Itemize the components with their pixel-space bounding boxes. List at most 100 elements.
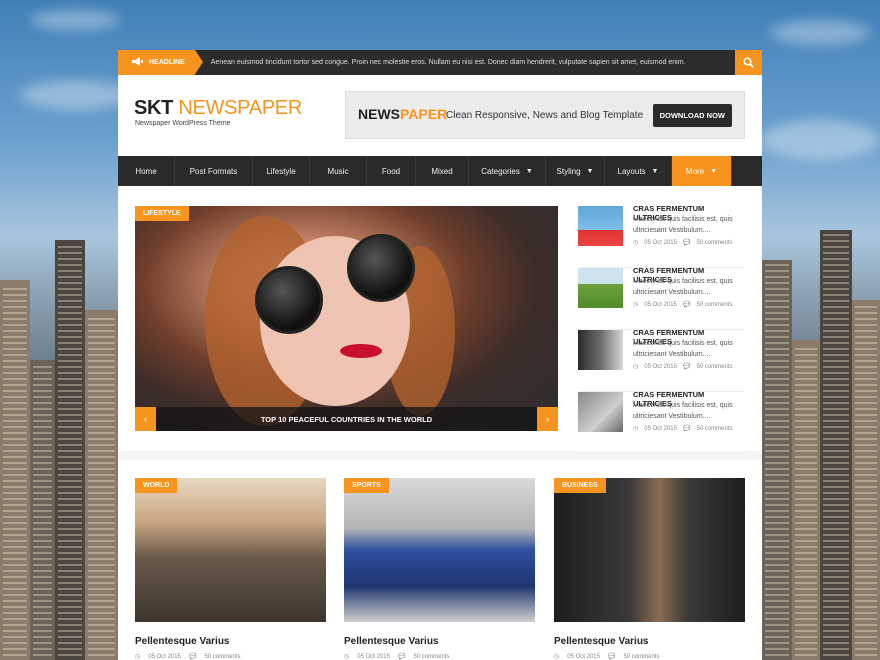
image-lips [340, 344, 382, 358]
side-post-list: CRAS FERMENTUM ULTRICIES Maecenas quis f… [578, 204, 744, 454]
nav-label: Lifestyle [266, 166, 296, 176]
nav-mixed[interactable]: Mixed [416, 156, 469, 186]
chevron-down-icon: ▼ [586, 167, 594, 175]
post-card[interactable]: BUSINESS Pellentesque Varius ◷ 05 Oct 201… [554, 478, 745, 660]
post-excerpt: Maecenas quis facilisis est, quis ultric… [633, 402, 733, 420]
nav-label: Music [327, 166, 349, 176]
site-header: SKT NEWSPAPER Newspaper WordPress Theme … [118, 75, 762, 156]
card-image[interactable]: SPORTS [344, 478, 535, 622]
nav-post-formats[interactable]: Post Formats [175, 156, 253, 186]
clock-icon: ◷ [135, 654, 141, 660]
slider-category-badge[interactable]: LIFESTYLE [135, 206, 189, 221]
card-title[interactable]: Pellentesque Varius [554, 636, 745, 647]
post-card[interactable]: WORLD Pellentesque Varius ◷ 05 Oct 2015 💬 5… [135, 478, 326, 660]
card-category-badge[interactable]: WORLD [135, 478, 178, 493]
side-post[interactable]: CRAS FERMENTUM ULTRICIES Maecenas quis f… [578, 204, 744, 268]
search-icon [743, 57, 754, 68]
card-meta: ◷ 05 Oct 2015 💬 50 comments [554, 653, 745, 660]
card-image[interactable]: WORLD [135, 478, 326, 622]
nav-label: Post Formats [189, 166, 238, 176]
nav-label: Layouts [617, 166, 646, 176]
card-category-badge[interactable]: SPORTS [344, 478, 389, 493]
nav-styling[interactable]: Styling ▼ [546, 156, 605, 186]
post-card[interactable]: SPORTS Pellentesque Varius ◷ 05 Oct 2015 💬… [344, 478, 535, 660]
post-excerpt: Maecenas quis facilisis est, quis ultric… [633, 216, 733, 234]
banner-text: Clean Responsive, News and Blog Template [446, 110, 644, 121]
newspaper-page: HEADLINE Aenean euismod tincidunt tortor… [118, 50, 762, 660]
post-meta: ◷ 05 Oct 2015 💬 50 comments [633, 239, 738, 246]
card-comments[interactable]: 50 comments [204, 654, 240, 660]
card-date: 05 Oct 2015 [357, 654, 390, 660]
card-date: 05 Oct 2015 [148, 654, 181, 660]
card-title[interactable]: Pellentesque Varius [135, 636, 326, 647]
headline-label: HEADLINE [149, 59, 185, 66]
slider-next-button[interactable]: › [537, 407, 558, 431]
nav-label: Home [135, 166, 157, 176]
nav-home[interactable]: Home [118, 156, 175, 186]
clock-icon: ◷ [633, 426, 639, 432]
clock-icon: ◷ [554, 654, 560, 660]
chevron-down-icon: ▼ [525, 167, 533, 175]
headline-ticker[interactable]: Aenean euismod tincidunt tortor sed cong… [195, 59, 735, 66]
card-category-badge[interactable]: BUSINESS [554, 478, 606, 493]
post-comments[interactable]: 50 comments [696, 426, 732, 432]
card-comments[interactable]: 50 comments [623, 654, 659, 660]
comment-icon: 💬 [397, 654, 406, 660]
side-post[interactable]: CRAS FERMENTUM ULTRICIES Maecenas quis f… [578, 266, 744, 330]
post-thumbnail[interactable] [578, 392, 623, 432]
download-now-button[interactable]: DOWNLOAD NOW [652, 104, 732, 127]
search-button[interactable] [735, 50, 762, 75]
post-date: 05 Oct 2015 [644, 426, 677, 432]
banner-news: NEWS [358, 106, 400, 122]
site-logo[interactable]: SKT NEWSPAPER [134, 97, 302, 120]
post-thumbnail[interactable] [578, 268, 623, 308]
post-date: 05 Oct 2015 [644, 240, 677, 246]
post-comments[interactable]: 50 comments [696, 240, 732, 246]
nav-categories[interactable]: Categories ▼ [469, 156, 546, 186]
card-image[interactable]: BUSINESS [554, 478, 745, 622]
nav-label: Food [381, 166, 401, 176]
post-date: 05 Oct 2015 [644, 364, 677, 370]
banner-title: NEWSPAPER [358, 106, 447, 122]
sunglasses-lens [347, 234, 415, 302]
nav-layouts[interactable]: Layouts ▼ [605, 156, 672, 186]
comment-icon: 💬 [682, 240, 691, 246]
comment-icon: 💬 [682, 302, 691, 308]
post-comments[interactable]: 50 comments [696, 364, 732, 370]
clock-icon: ◷ [344, 654, 350, 660]
ad-banner[interactable]: NEWSPAPER Clean Responsive, News and Blo… [345, 91, 745, 139]
megaphone-icon [132, 56, 143, 69]
featured-slider[interactable]: LIFESTYLE TOP 10 PEACEFUL COUNTRIES IN T… [135, 206, 558, 431]
nav-food[interactable]: Food [367, 156, 416, 186]
headline-bar: HEADLINE Aenean euismod tincidunt tortor… [118, 50, 762, 75]
headline-tag: HEADLINE [118, 50, 203, 75]
featured-section: LIFESTYLE TOP 10 PEACEFUL COUNTRIES IN T… [118, 186, 762, 454]
logo-light: NEWSPAPER [178, 97, 302, 119]
side-post[interactable]: CRAS FERMENTUM ULTRICIES Maecenas quis f… [578, 328, 744, 392]
post-thumbnail[interactable] [578, 330, 623, 370]
nav-lifestyle[interactable]: Lifestyle [253, 156, 310, 186]
nav-music[interactable]: Music [310, 156, 367, 186]
nav-label: Styling [556, 166, 581, 176]
nav-more[interactable]: More ▼ [672, 156, 732, 186]
slider-caption[interactable]: TOP 10 PEACEFUL COUNTRIES IN THE WORLD [135, 407, 558, 431]
clock-icon: ◷ [633, 302, 639, 308]
nav-label: Categories [481, 166, 520, 176]
side-post[interactable]: CRAS FERMENTUM ULTRICIES Maecenas quis f… [578, 390, 744, 454]
post-thumbnail[interactable] [578, 206, 623, 246]
comment-icon: 💬 [682, 364, 691, 370]
comment-icon: 💬 [682, 426, 691, 432]
sunglasses-lens [255, 266, 323, 334]
post-date: 05 Oct 2015 [644, 302, 677, 308]
comment-icon: 💬 [607, 654, 616, 660]
main-nav: Home Post Formats Lifestyle Music Food M… [118, 156, 762, 186]
card-comments[interactable]: 50 comments [413, 654, 449, 660]
post-excerpt: Maecenas quis facilisis est, quis ultric… [633, 278, 733, 296]
banner-paper: PAPER [400, 106, 448, 122]
slider-prev-button[interactable]: ‹ [135, 407, 156, 431]
clock-icon: ◷ [633, 364, 639, 370]
card-title[interactable]: Pellentesque Varius [344, 636, 535, 647]
post-comments[interactable]: 50 comments [696, 302, 732, 308]
post-meta: ◷ 05 Oct 2015 💬 50 comments [633, 301, 738, 308]
logo-bold: SKT [134, 97, 174, 119]
